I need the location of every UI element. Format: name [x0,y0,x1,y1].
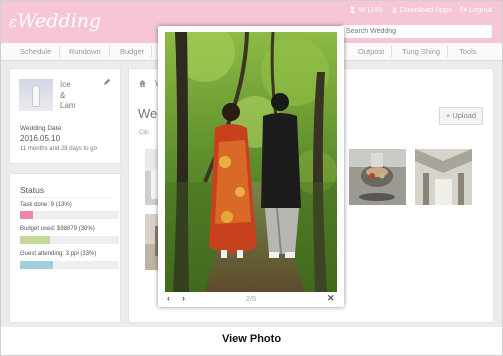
budget-progress-bar [20,236,119,244]
budget-progress-fill [20,236,50,244]
budget-status-label: Budget used: $98879 (30%) [20,226,95,232]
nav-divider [447,46,448,57]
nav-item-rundown[interactable]: Rundown [69,47,101,56]
close-modal-button[interactable]: ✕ [327,293,335,304]
partner-name-1: Ice [60,80,71,89]
nav-item-tools[interactable]: Tools [459,47,477,56]
top-links: W (1/0) Download Apps Logout [349,5,492,14]
status-card: Status Task done: 9 (13%) Budget used: $… [9,173,121,323]
guest-status-label: Guest attending: 3 ppl (33%) [20,251,97,257]
nav-divider [59,46,60,57]
divider [20,197,112,198]
user-icon [350,6,356,13]
upload-button[interactable]: + Upload [439,107,483,125]
wedding-countdown: 11 months and 28 days to go [20,146,97,152]
wedding-photo [165,32,337,292]
partner-name-2: Lam [60,101,76,110]
task-progress-fill [20,211,33,219]
download-icon [391,6,397,13]
logout-label: Logout [469,5,492,14]
download-apps-link[interactable]: Download Apps [391,5,452,14]
photo-thumbnail[interactable] [349,149,406,205]
guest-progress-bar [20,261,119,269]
couple-card: Ice & Lam Wedding Date: 2016.05.10 11 mo… [9,68,121,164]
close-icon: ✕ [327,293,335,303]
caption: View Photo [221,333,282,345]
search-input[interactable] [341,25,492,38]
nav-item-budget[interactable]: Budget [120,47,144,56]
names-ampersand: & [60,90,66,100]
photo-counter: 2/6 [245,294,257,303]
task-progress-bar [20,211,119,219]
photo-viewer-modal: ‹ › 2/6 ✕ [158,26,344,307]
guest-progress-fill [20,261,53,269]
couple-avatar[interactable] [19,79,53,111]
app-window: εWedding W (1/0) Download Apps Logout Sc… [1,1,502,327]
helper-link[interactable]: Clic [139,130,149,136]
nav-item-tung-shing[interactable]: Tung Shing [402,47,440,56]
nav-item-schedule[interactable]: Schedule [20,47,51,56]
nav-divider [391,46,392,57]
home-icon[interactable] [138,79,147,88]
nav-divider [151,46,152,57]
wedding-date: 2016.05.10 [20,134,61,143]
photo-thumbnail[interactable] [415,149,472,205]
pencil-icon[interactable] [103,78,111,86]
couple-names: Ice & Lam [60,80,76,112]
user-link[interactable]: W (1/0) [349,5,383,14]
wedding-date-label: Wedding Date: [20,125,63,132]
nav-item-outpost[interactable]: Outpost [358,47,384,56]
app-logo[interactable]: εWedding [9,10,101,32]
user-count: W (1/0) [358,5,383,14]
status-title: Status [20,185,45,195]
logout-link[interactable]: Logout [460,5,492,14]
download-label: Download Apps [399,5,453,14]
logout-icon [460,6,467,13]
nav-divider [109,46,110,57]
task-status-label: Task done: 9 (13%) [20,202,72,208]
